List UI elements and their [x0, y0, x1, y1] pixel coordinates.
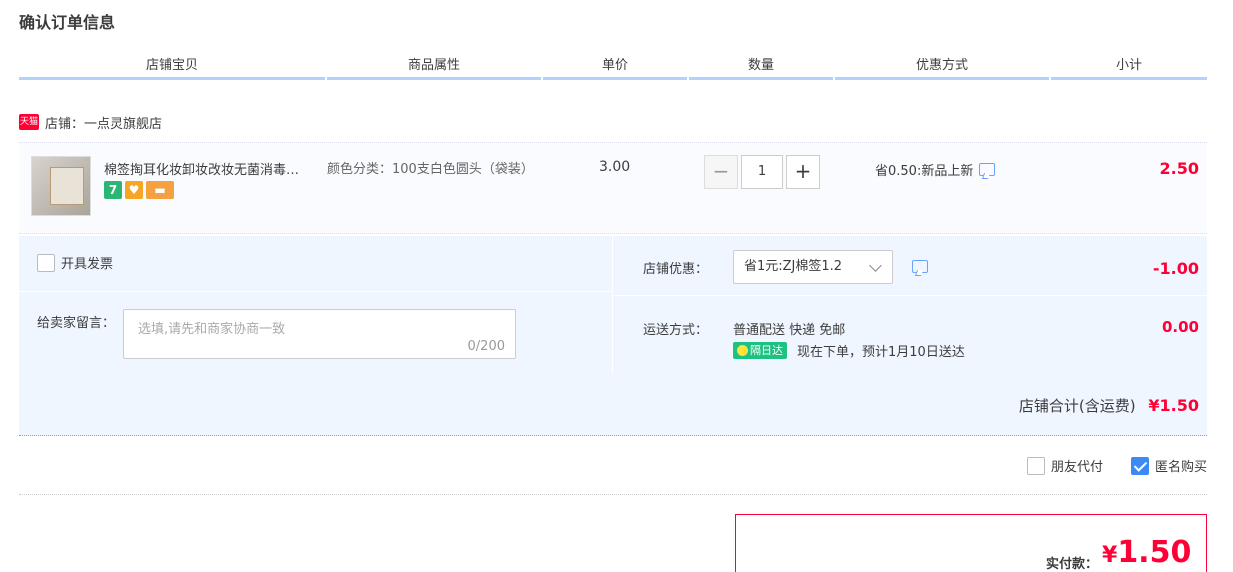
invoice-label: 开具发票 — [61, 257, 114, 272]
payment-amount: ¥1.50 — [1102, 535, 1191, 570]
quantity-input[interactable]: 1 — [741, 155, 783, 189]
message-char-count: 0/200 — [467, 339, 505, 354]
shop-total: 店铺合计(含运费) ¥1.50 — [1019, 395, 1199, 416]
next-day-label: 隔日达 — [750, 344, 783, 357]
increase-quantity-button[interactable]: + — [786, 155, 820, 189]
shop-discount-label: 店铺优惠： — [643, 262, 709, 277]
product-title[interactable]: 棉签掏耳化妆卸妆改妆无菌消毒… — [104, 159, 324, 178]
card-payment-icon[interactable]: ▬ — [146, 181, 174, 199]
payment-label: 实付款： — [1046, 557, 1099, 572]
shop-discount-select[interactable]: 省1元:ZJ棉签1.2 — [733, 250, 893, 284]
shop-discount-amount: -1.00 — [1152, 259, 1199, 278]
invoice-option[interactable]: 开具发票 — [37, 253, 113, 272]
payment-options: 朋友代付 匿名购买 — [1026, 456, 1207, 475]
message-label: 给卖家留言： — [37, 316, 116, 331]
next-day-badge: 隔日达 — [733, 342, 787, 359]
order-panel: 开具发票 给卖家留言： 选填,请先和商家协商一致 0/200 店铺优惠： 省1元… — [19, 236, 1207, 436]
item-subtotal: 2.50 — [1159, 159, 1199, 178]
column-price: 单价 — [543, 56, 687, 80]
shop-name[interactable]: 店铺：一点灵旗舰店 — [45, 113, 162, 132]
shop-discount-section: 店铺优惠： 省1元:ZJ棉签1.2 -1.00 — [614, 236, 1207, 296]
comment-icon[interactable] — [912, 260, 928, 273]
insurance-icon[interactable]: ♥ — [125, 181, 143, 199]
invoice-section: 开具发票 — [19, 236, 613, 292]
product-thumbnail[interactable] — [31, 156, 91, 216]
shipping-eta-line: 隔日达 现在下单，预计1月10日送达 — [733, 341, 965, 360]
column-attributes: 商品属性 — [327, 56, 541, 80]
seven-day-return-icon[interactable]: 7 — [104, 181, 122, 199]
shipping-section: 运送方式： 普通配送 快递 免邮 隔日达 现在下单，预计1月10日送达 0.00 — [614, 296, 1207, 374]
shipping-method: 普通配送 快递 免邮 — [733, 323, 846, 338]
column-shop-item: 店铺宝贝 — [19, 56, 325, 80]
shop-discount-value: 省1元:ZJ棉签1.2 — [744, 259, 843, 274]
item-discount-text: 省0.50:新品上新 — [875, 164, 974, 179]
page-title: 确认订单信息 — [19, 13, 116, 32]
column-quantity: 数量 — [689, 56, 833, 80]
unit-price: 3.00 — [599, 159, 631, 175]
friend-pay-checkbox[interactable] — [1026, 456, 1045, 475]
friend-pay-option[interactable]: 朋友代付 — [1026, 456, 1103, 475]
currency-symbol: ¥ — [1102, 543, 1118, 568]
invoice-checkbox[interactable] — [37, 253, 55, 272]
message-input[interactable]: 选填,请先和商家协商一致 0/200 — [123, 309, 516, 359]
anonymous-option[interactable]: 匿名购买 — [1130, 456, 1207, 475]
anonymous-checkbox[interactable] — [1130, 456, 1149, 475]
shipping-eta: 现在下单，预计1月10日送达 — [797, 345, 965, 360]
column-discount: 优惠方式 — [835, 56, 1049, 80]
shop-line: 天猫 店铺：一点灵旗舰店 — [19, 112, 162, 132]
decrease-quantity-button[interactable]: − — [704, 155, 738, 189]
chevron-down-icon — [869, 259, 882, 272]
item-discount: 省0.50:新品上新 — [875, 160, 996, 179]
service-badges: 7 ♥ ▬ — [104, 181, 174, 199]
comment-icon[interactable] — [979, 163, 996, 176]
shop-total-amount: ¥1.50 — [1148, 396, 1199, 415]
column-subtotal: 小计 — [1051, 56, 1207, 80]
friend-pay-label: 朋友代付 — [1050, 460, 1103, 475]
message-placeholder: 选填,请先和商家协商一致 — [138, 322, 286, 337]
tmall-icon: 天猫 — [19, 114, 39, 130]
message-section: 给卖家留言： 选填,请先和商家协商一致 0/200 — [19, 292, 613, 374]
product-attributes: 颜色分类：100支白色圆头（袋装） — [327, 162, 534, 177]
shop-total-label: 店铺合计(含运费) — [1018, 397, 1136, 415]
payment-summary: 实付款： ¥1.50 — [735, 514, 1207, 572]
item-row: 棉签掏耳化妆卸妆改妆无菌消毒… 7 ♥ ▬ 颜色分类：100支白色圆头（袋装） … — [19, 142, 1207, 234]
divider — [19, 494, 1207, 495]
column-header: 店铺宝贝 商品属性 单价 数量 优惠方式 小计 — [19, 56, 1207, 80]
quantity-stepper: − 1 + — [704, 155, 820, 189]
shipping-label: 运送方式： — [643, 323, 709, 338]
bolt-icon — [737, 345, 748, 356]
anonymous-label: 匿名购买 — [1154, 460, 1207, 475]
shipping-amount: 0.00 — [1161, 318, 1199, 336]
payment-value: 1.50 — [1117, 535, 1192, 570]
